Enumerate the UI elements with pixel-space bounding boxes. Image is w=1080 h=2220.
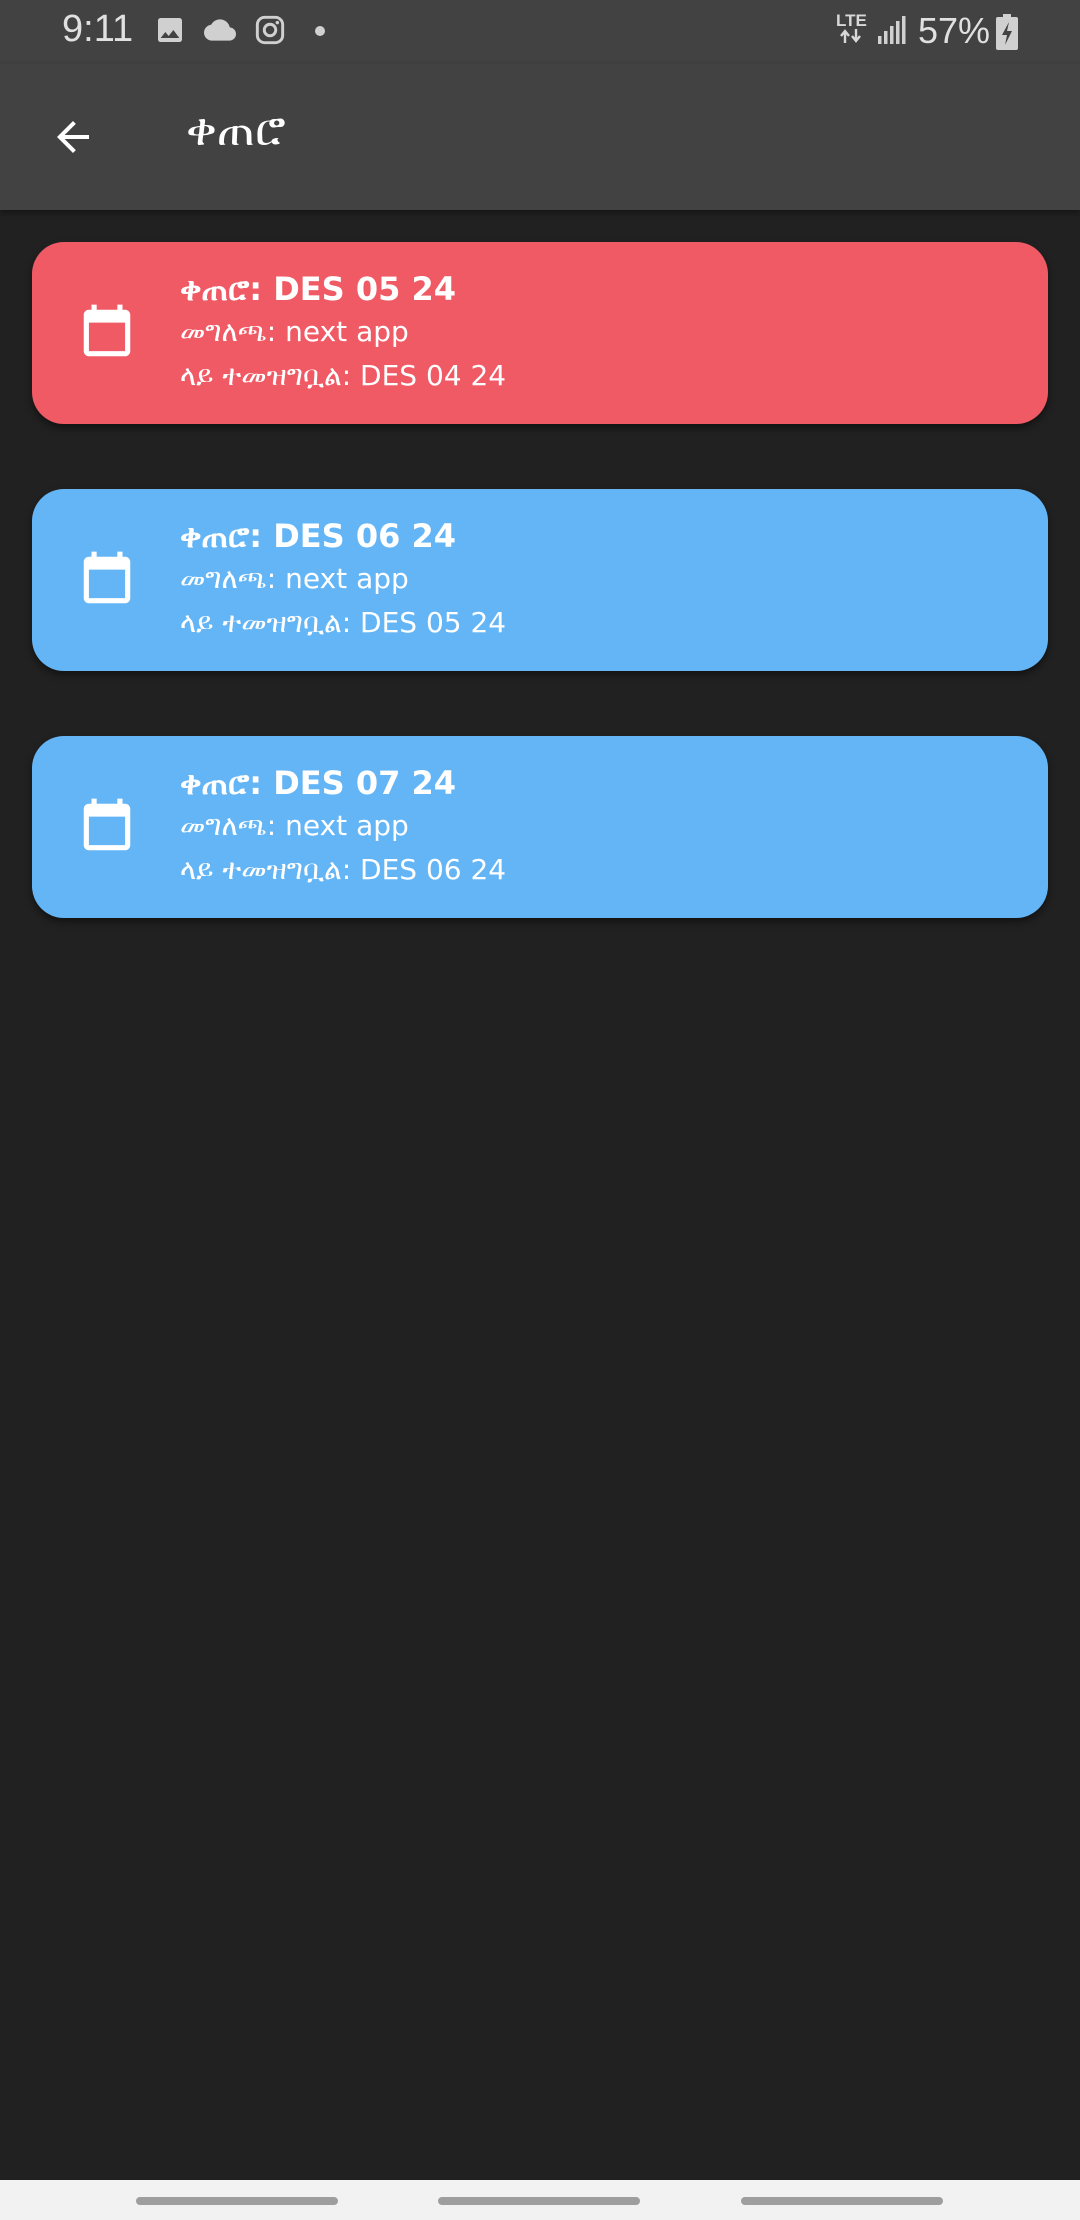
appointment-date: ቀጠሮ: DES 06 24: [180, 517, 457, 555]
instagram-icon: [254, 14, 286, 50]
appointment-details: ቀጠሮ: DES 05 24 መግለጫ: next app ላይ ተመዝግቧል:…: [180, 268, 506, 398]
calendar-icon: [83, 551, 131, 604]
signal-icon: [876, 14, 908, 50]
appointment-description: መግለጫ: next app: [180, 562, 409, 595]
image-icon: [154, 14, 186, 50]
nav-home-handle[interactable]: [438, 2197, 640, 2205]
appointment-date: ቀጠሮ: DES 07 24: [180, 764, 457, 802]
lte-label: LTE: [836, 11, 867, 30]
appointments-screen: 9:11 LTE 57% ቀጠሮ ቀጠሮ: DES 05 24 መግለጫ: ne…: [0, 0, 1080, 2220]
appointment-registered-date: ላይ ተመዝግቧል: DES 05 24: [180, 606, 507, 639]
back-button[interactable]: [36, 100, 110, 174]
battery-charging-icon: [996, 14, 1018, 54]
appointment-registered-date: ላይ ተመዝግቧል: DES 06 24: [180, 853, 507, 886]
calendar-icon: [83, 304, 131, 357]
page-title: ቀጠሮ: [186, 102, 286, 156]
appointment-registered-date: ላይ ተመዝግቧል: DES 04 24: [180, 359, 507, 392]
arrow-left-icon: [57, 121, 89, 153]
appointment-date: ቀጠሮ: DES 05 24: [180, 270, 457, 308]
nav-back-handle[interactable]: [741, 2197, 943, 2205]
nav-recents-handle[interactable]: [136, 2197, 338, 2205]
battery-percent: 57%: [918, 10, 991, 51]
appointment-description: መግለጫ: next app: [180, 809, 409, 842]
appointment-card[interactable]: ቀጠሮ: DES 06 24 መግለጫ: next app ላይ ተመዝግቧል:…: [32, 489, 1048, 671]
status-time: 9:11: [62, 8, 134, 50]
appointment-card[interactable]: ቀጠሮ: DES 05 24 መግለጫ: next app ላይ ተመዝግቧል:…: [32, 242, 1048, 424]
status-bar: 9:11 LTE 57%: [0, 0, 1080, 64]
app-bar: ቀጠሮ: [0, 64, 1080, 210]
appointment-card[interactable]: ቀጠሮ: DES 07 24 መግለጫ: next app ላይ ተመዝግቧል:…: [32, 736, 1048, 918]
system-nav-bar: [0, 2180, 1080, 2220]
appointment-description: መግለጫ: next app: [180, 315, 409, 348]
appointment-details: ቀጠሮ: DES 07 24 መግለጫ: next app ላይ ተመዝግቧል:…: [180, 762, 506, 892]
notification-dot-icon: [315, 26, 325, 36]
calendar-icon: [83, 798, 131, 851]
appointment-details: ቀጠሮ: DES 06 24 መግለጫ: next app ላይ ተመዝግቧል:…: [180, 515, 506, 645]
cloud-icon: [202, 14, 238, 50]
data-arrows-icon: [840, 29, 862, 43]
lte-indicator: LTE: [836, 12, 867, 46]
